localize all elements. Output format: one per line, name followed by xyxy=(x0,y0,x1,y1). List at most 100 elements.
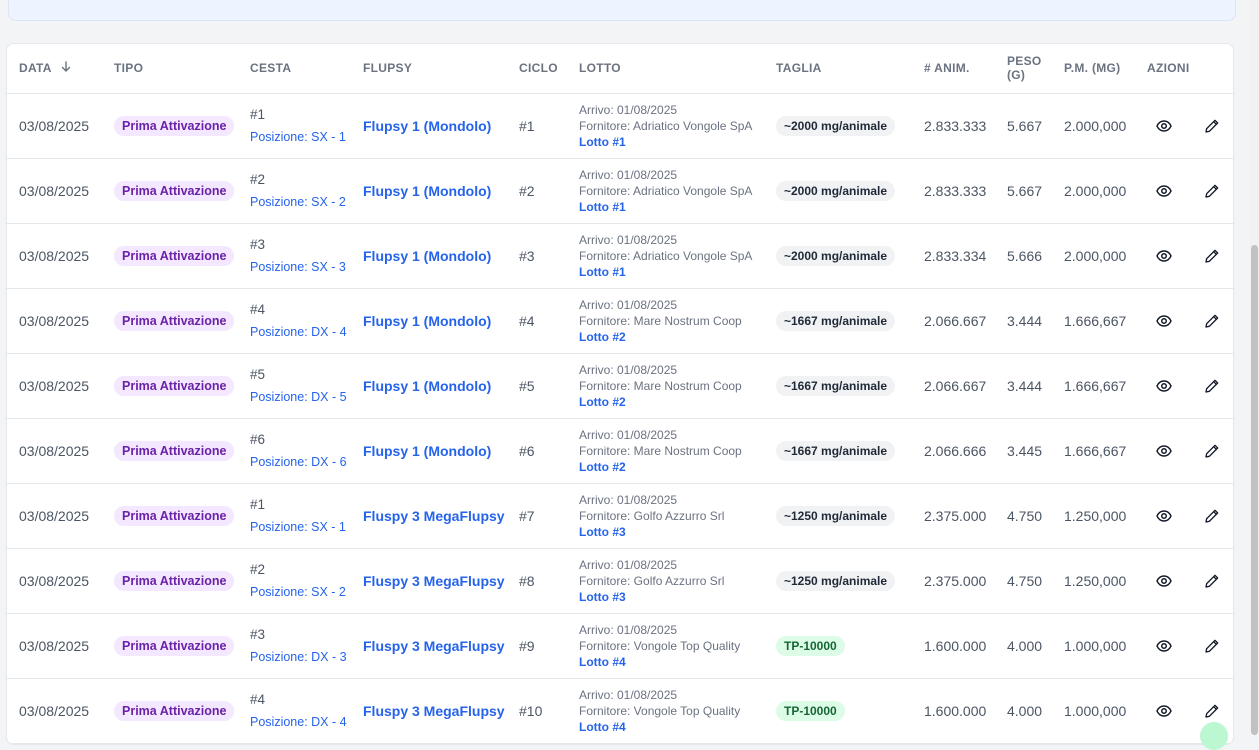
cell-peso: 3.445 xyxy=(1007,442,1043,459)
cell-flupsy: Flupsy 1 (Mondolo) xyxy=(351,418,507,483)
header-lotto[interactable]: LOTTO xyxy=(567,44,764,94)
eye-icon[interactable] xyxy=(1155,442,1173,460)
eye-icon[interactable] xyxy=(1155,637,1173,655)
cell-data: 03/08/2025 xyxy=(19,442,90,459)
header-peso[interactable]: PESO (G) xyxy=(995,44,1052,94)
lotto-link[interactable]: Lotto #1 xyxy=(579,264,764,280)
cell-cesta: #2 Posizione: SX - 2 xyxy=(238,158,351,223)
cell-pm: 1.000,000 xyxy=(1064,637,1127,654)
pencil-icon[interactable] xyxy=(1203,572,1221,590)
eye-icon[interactable] xyxy=(1155,182,1173,200)
cell-cesta: #2 Posizione: SX - 2 xyxy=(238,548,351,613)
lotto-link[interactable]: Lotto #2 xyxy=(579,394,764,410)
cell-cesta: #4 Posizione: DX - 4 xyxy=(238,288,351,353)
flupsy-link[interactable]: Fluspy 3 MegaFlupsy xyxy=(363,573,505,589)
header-cesta[interactable]: CESTA xyxy=(238,44,351,94)
cell-tipo: Prima Attivazione xyxy=(102,483,238,548)
cell-data: 03/08/2025 xyxy=(19,117,90,134)
pencil-icon[interactable] xyxy=(1203,117,1221,135)
lotto-link[interactable]: Lotto #2 xyxy=(579,459,764,475)
lotto-link[interactable]: Lotto #3 xyxy=(579,524,764,540)
flupsy-link[interactable]: Fluspy 3 MegaFlupsy xyxy=(363,703,505,719)
pencil-icon[interactable] xyxy=(1203,442,1221,460)
cell-peso: 3.444 xyxy=(1007,377,1043,394)
cell-peso: 4.000 xyxy=(1007,637,1043,654)
cell-azioni xyxy=(1135,158,1233,223)
cesta-number: #2 xyxy=(250,171,266,187)
flupsy-link[interactable]: Flupsy 1 (Mondolo) xyxy=(363,183,491,199)
eye-icon[interactable] xyxy=(1155,702,1173,720)
cell-lotto: Arrivo: 01/08/2025 Fornitore: Mare Nostru… xyxy=(567,418,764,483)
header-peso-line1: PESO xyxy=(1007,54,1042,69)
scrollbar-track[interactable] xyxy=(1250,0,1259,735)
lotto-link[interactable]: Lotto #4 xyxy=(579,719,764,735)
lotto-arrivo: Arrivo: 01/08/2025 xyxy=(579,232,678,247)
cell-peso: 5.667 xyxy=(1007,182,1043,199)
eye-icon[interactable] xyxy=(1155,572,1173,590)
cell-ciclo: #6 xyxy=(519,442,535,459)
scrollbar-thumb[interactable] xyxy=(1251,245,1258,735)
flupsy-link[interactable]: Flupsy 1 (Mondolo) xyxy=(363,378,491,394)
flupsy-link[interactable]: Flupsy 1 (Mondolo) xyxy=(363,118,491,134)
cell-pm: 2.000,000 xyxy=(1064,247,1127,264)
pencil-icon[interactable] xyxy=(1203,637,1221,655)
header-taglia[interactable]: TAGLIA xyxy=(764,44,912,94)
cell-data: 03/08/2025 xyxy=(19,182,90,199)
flupsy-link[interactable]: Flupsy 1 (Mondolo) xyxy=(363,248,491,264)
table-row: 03/08/2025 Prima Attivazione #5 Posizione: … xyxy=(7,353,1233,418)
flupsy-link[interactable]: Flupsy 1 (Mondolo) xyxy=(363,443,491,459)
lotto-fornitore: Fornitore: Mare Nostrum Coop xyxy=(579,443,742,458)
eye-icon[interactable] xyxy=(1155,247,1173,265)
cell-flupsy: Flupsy 1 (Mondolo) xyxy=(351,223,507,288)
pencil-icon[interactable] xyxy=(1203,247,1221,265)
eye-icon[interactable] xyxy=(1155,507,1173,525)
cesta-number: #1 xyxy=(250,496,266,512)
tipo-badge: Prima Attivazione xyxy=(114,310,235,331)
lotto-link[interactable]: Lotto #1 xyxy=(579,199,764,215)
pencil-icon[interactable] xyxy=(1203,312,1221,330)
cesta-position: Posizione: DX - 3 xyxy=(250,649,347,664)
cell-peso: 3.444 xyxy=(1007,312,1043,329)
cell-ciclo: #8 xyxy=(519,572,535,589)
eye-icon[interactable] xyxy=(1155,312,1173,330)
cesta-position: Posizione: SX - 2 xyxy=(250,584,346,599)
cell-azioni xyxy=(1135,353,1233,418)
cesta-number: #2 xyxy=(250,561,266,577)
header-flupsy[interactable]: FLUPSY xyxy=(351,44,507,94)
pencil-icon[interactable] xyxy=(1203,377,1221,395)
floating-action-button[interactable] xyxy=(1200,722,1228,750)
tipo-badge: Prima Attivazione xyxy=(114,245,235,266)
flupsy-link[interactable]: Flupsy 1 (Mondolo) xyxy=(363,313,491,329)
cell-cesta: #4 Posizione: DX - 4 xyxy=(238,678,351,743)
eye-icon[interactable] xyxy=(1155,117,1173,135)
cell-ciclo: #2 xyxy=(519,182,535,199)
lotto-arrivo: Arrivo: 01/08/2025 xyxy=(579,557,678,572)
eye-icon[interactable] xyxy=(1155,377,1173,395)
cell-tipo: Prima Attivazione xyxy=(102,93,238,158)
header-tipo[interactable]: TIPO xyxy=(102,44,238,94)
cell-flupsy: Flupsy 1 (Mondolo) xyxy=(351,158,507,223)
pencil-icon[interactable] xyxy=(1203,507,1221,525)
lotto-link[interactable]: Lotto #1 xyxy=(579,134,764,150)
cell-anim: 2.375.000 xyxy=(924,572,987,589)
header-data[interactable]: DATA xyxy=(7,44,102,94)
table-row: 03/08/2025 Prima Attivazione #4 Posizione: … xyxy=(7,678,1233,743)
lotto-link[interactable]: Lotto #2 xyxy=(579,329,764,345)
cell-lotto: Arrivo: 01/08/2025 Fornitore: Adriatico V… xyxy=(567,158,764,223)
cell-anim: 2.833.333 xyxy=(924,117,987,134)
flupsy-link[interactable]: Fluspy 3 MegaFlupsy xyxy=(363,508,505,524)
lotto-link[interactable]: Lotto #4 xyxy=(579,654,764,670)
pencil-icon[interactable] xyxy=(1203,702,1221,720)
header-pm[interactable]: P.M. (MG) xyxy=(1052,44,1135,94)
cell-pm: 1.250,000 xyxy=(1064,572,1127,589)
lotto-link[interactable]: Lotto #3 xyxy=(579,589,764,605)
cell-azioni xyxy=(1135,548,1233,613)
cell-lotto: Arrivo: 01/08/2025 Fornitore: Golfo Azzur… xyxy=(567,548,764,613)
cesta-number: #3 xyxy=(250,236,266,252)
header-ciclo[interactable]: CICLO xyxy=(507,44,567,94)
cell-taglia: ~2000 mg/animale xyxy=(764,223,912,288)
cell-taglia: ~1667 mg/animale xyxy=(764,353,912,418)
flupsy-link[interactable]: Fluspy 3 MegaFlupsy xyxy=(363,638,505,654)
header-anim[interactable]: # ANIM. xyxy=(912,44,995,94)
pencil-icon[interactable] xyxy=(1203,182,1221,200)
